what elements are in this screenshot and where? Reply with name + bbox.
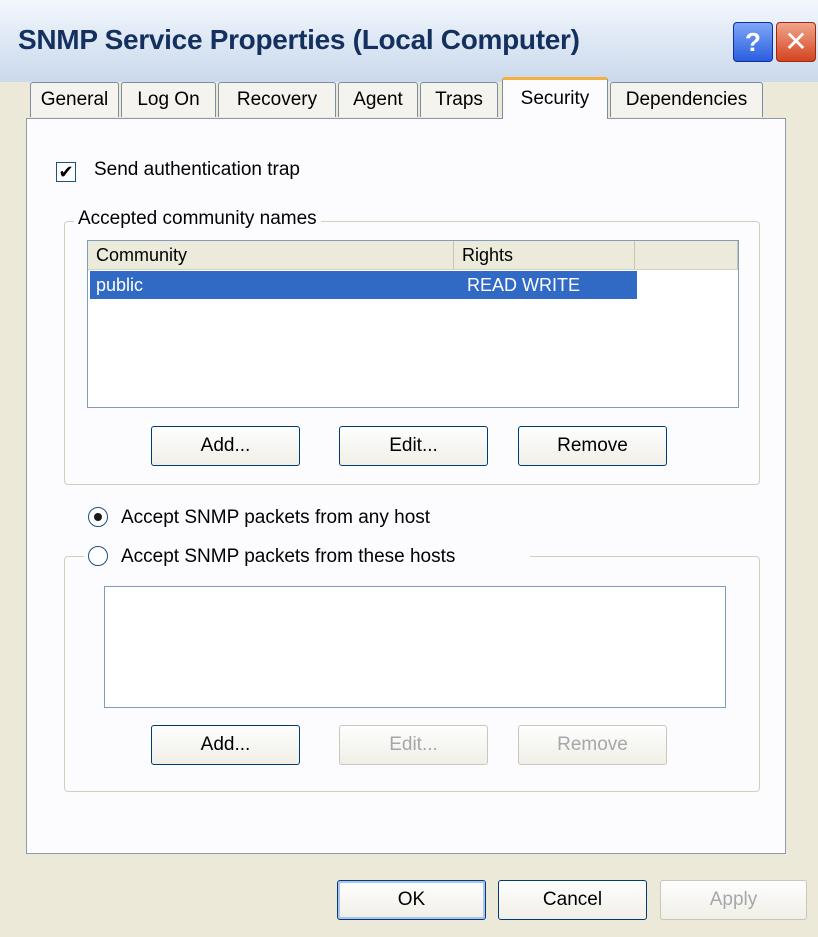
community-list[interactable]: Community Rights public READ WRITE (87, 240, 739, 408)
accept-any-host-label[interactable]: Accept SNMP packets from any host (121, 507, 430, 529)
tab-general[interactable]: General (30, 82, 119, 117)
add-host-button[interactable]: Add... (151, 725, 300, 765)
edit-community-button[interactable]: Edit... (339, 426, 488, 466)
community-names-group-label: Accepted community names (74, 208, 321, 230)
radio-selected-dot (94, 513, 102, 521)
tab-recovery[interactable]: Recovery (218, 82, 336, 117)
accept-any-host-radio[interactable] (88, 507, 108, 527)
rights-cell: READ WRITE (467, 275, 581, 295)
hosts-list[interactable] (104, 586, 726, 708)
help-icon: ? (745, 27, 761, 57)
accept-these-hosts-radio[interactable] (88, 546, 108, 566)
tab-agent[interactable]: Agent (338, 82, 418, 117)
tab-traps[interactable]: Traps (420, 82, 498, 117)
remove-host-button: Remove (518, 725, 667, 765)
close-icon: ✕ (784, 26, 808, 57)
send-auth-trap-checkbox[interactable]: ✔ (56, 162, 76, 182)
close-button[interactable]: ✕ (776, 22, 816, 62)
column-header-rights[interactable]: Rights (454, 241, 635, 270)
send-auth-trap-label[interactable]: Send authentication trap (94, 159, 300, 181)
tab-log-on[interactable]: Log On (121, 82, 216, 117)
ok-button[interactable]: OK (337, 880, 486, 920)
column-header-filler (635, 241, 738, 270)
window-title: SNMP Service Properties (Local Computer) (18, 24, 580, 55)
column-header-community[interactable]: Community (88, 241, 454, 270)
checkmark-icon: ✔ (58, 162, 74, 182)
table-row[interactable]: public READ WRITE (90, 271, 637, 299)
community-cell: public (96, 275, 144, 295)
cancel-button[interactable]: Cancel (498, 880, 647, 920)
add-community-button[interactable]: Add... (151, 426, 300, 466)
accept-these-hosts-label[interactable]: Accept SNMP packets from these hosts (121, 546, 455, 568)
apply-button: Apply (660, 880, 807, 920)
edit-host-button: Edit... (339, 725, 488, 765)
tab-dependencies[interactable]: Dependencies (610, 82, 763, 117)
tab-security[interactable]: Security (502, 77, 608, 119)
remove-community-button[interactable]: Remove (518, 426, 667, 466)
help-button[interactable]: ? (733, 22, 773, 62)
